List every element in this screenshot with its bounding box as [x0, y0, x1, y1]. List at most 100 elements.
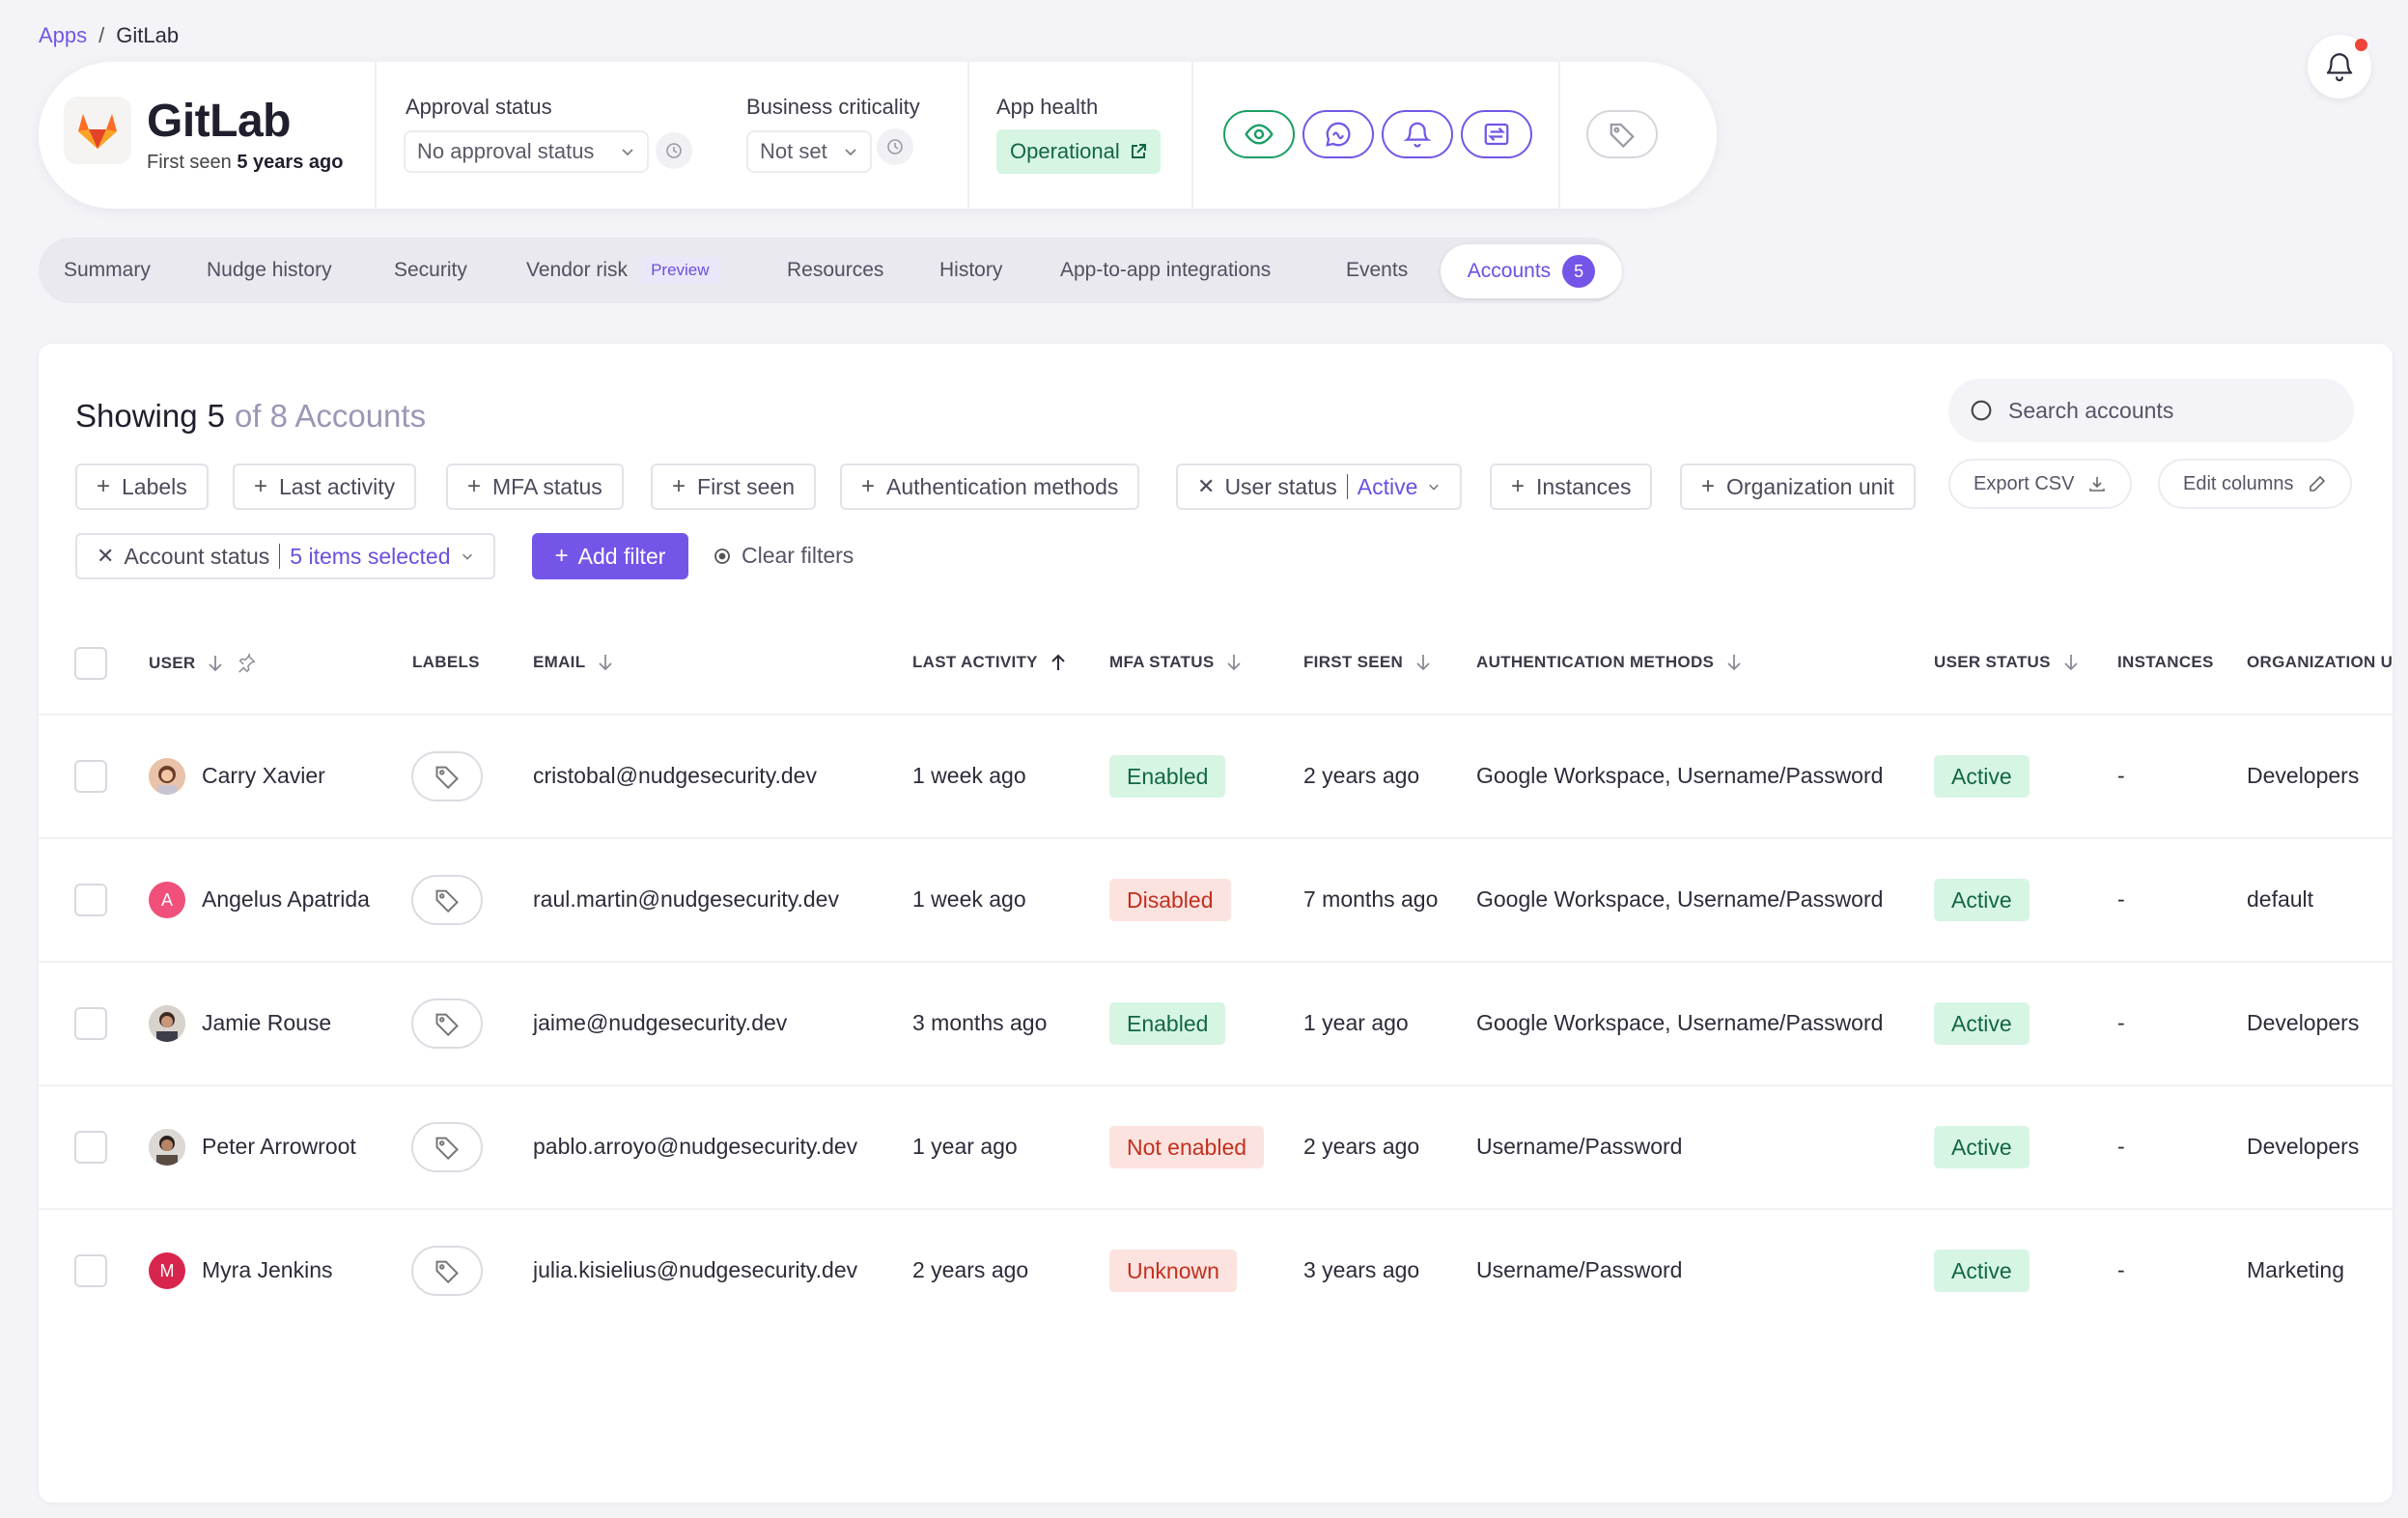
chevron-down-icon: [845, 149, 856, 156]
header-divider: [967, 62, 969, 209]
add-label-button[interactable]: [411, 998, 483, 1049]
arrow-down-icon: [2064, 655, 2078, 671]
column-header-last-activity[interactable]: LAST ACTIVITY: [912, 653, 1067, 672]
tab-nudge-history[interactable]: Nudge history: [207, 255, 332, 286]
first-seen: 2 years ago: [1303, 763, 1420, 788]
tag-icon: [435, 1260, 459, 1284]
bell-icon: [2326, 53, 2353, 82]
edit-columns-button[interactable]: Edit columns: [2158, 459, 2352, 509]
user-name[interactable]: Peter Arrowroot: [202, 1134, 356, 1160]
column-instances-label: INSTANCES: [2117, 653, 2214, 671]
row-divider: [39, 1084, 2393, 1086]
user-name[interactable]: Jamie Rouse: [202, 1010, 331, 1036]
showing-summary: Showing 5 of 8 Accounts: [75, 398, 426, 435]
mfa-status-badge: Unknown: [1109, 1250, 1237, 1292]
column-header-user[interactable]: USER: [149, 653, 257, 674]
column-header-auth-methods[interactable]: AUTHENTICATION METHODS: [1476, 653, 1743, 672]
tab-history[interactable]: History: [939, 255, 1002, 286]
user-name[interactable]: Carry Xavier: [202, 763, 325, 789]
user-email: jaime@nudgesecurity.dev: [533, 1010, 788, 1035]
arrow-down-icon: [599, 655, 613, 671]
tab-events[interactable]: Events: [1346, 255, 1408, 286]
column-header-org-unit[interactable]: ORGANIZATION U: [2247, 653, 2393, 672]
filter-mfa-status[interactable]: + MFA status: [446, 464, 624, 510]
chevron-down-icon: [462, 553, 472, 560]
header-divider: [1558, 62, 1560, 209]
notification-dot: [2355, 39, 2367, 51]
add-label-button[interactable]: [411, 751, 483, 801]
row-checkbox[interactable]: [74, 760, 107, 793]
auth-methods: Username/Password: [1476, 1257, 1683, 1282]
row-checkbox[interactable]: [74, 1007, 107, 1040]
first-seen: 7 months ago: [1303, 886, 1439, 912]
avatar: [149, 1129, 185, 1166]
criticality-select[interactable]: Not set: [746, 130, 872, 173]
add-filter-button[interactable]: + Add filter: [532, 533, 688, 579]
add-label-button[interactable]: [411, 875, 483, 925]
tag-icon: [435, 766, 459, 790]
tab-resources[interactable]: Resources: [787, 255, 883, 286]
criticality-history-button[interactable]: [877, 128, 913, 165]
filter-user-status-value: Active: [1357, 473, 1418, 499]
clear-filters-label: Clear filters: [742, 543, 854, 568]
filter-labels[interactable]: + Labels: [75, 464, 209, 510]
pin-icon[interactable]: [236, 653, 257, 674]
column-first-seen-label: FIRST SEEN: [1303, 653, 1404, 671]
instances: -: [2117, 1134, 2125, 1159]
integration-button[interactable]: [1461, 110, 1532, 158]
plus-icon: +: [1511, 473, 1526, 499]
export-csv-button[interactable]: Export CSV: [1948, 459, 2133, 509]
filter-instances[interactable]: + Instances: [1490, 464, 1653, 510]
tab-app-to-app-integrations[interactable]: App-to-app integrations: [1060, 255, 1271, 286]
notifications-button[interactable]: [2308, 35, 2371, 98]
filter-account-status[interactable]: ✕ Account status 5 items selected: [75, 533, 495, 579]
breadcrumb-apps-link[interactable]: Apps: [39, 23, 87, 48]
tab-security[interactable]: Security: [394, 255, 467, 286]
approval-history-button[interactable]: [656, 132, 692, 169]
row-checkbox[interactable]: [74, 1254, 107, 1287]
close-icon[interactable]: ✕: [97, 544, 114, 569]
clear-filters-button[interactable]: Clear filters: [713, 543, 854, 569]
column-email-label: EMAIL: [533, 653, 586, 671]
filter-user-status[interactable]: ✕ User status Active: [1176, 464, 1463, 510]
column-header-user-status[interactable]: USER STATUS: [1934, 653, 2080, 672]
column-header-mfa-status[interactable]: MFA STATUS: [1109, 653, 1243, 672]
add-label-button[interactable]: [411, 1122, 483, 1172]
filter-authentication-methods[interactable]: + Authentication methods: [840, 464, 1140, 510]
tab-vendor-risk[interactable]: Vendor risk Preview: [526, 255, 719, 286]
tab-accounts[interactable]: Accounts 5: [1441, 244, 1622, 298]
app-health-badge[interactable]: Operational: [996, 129, 1161, 174]
column-header-first-seen[interactable]: FIRST SEEN: [1303, 653, 1432, 672]
filter-first-seen[interactable]: + First seen: [651, 464, 816, 510]
accounts-panel: [39, 344, 2393, 1503]
row-checkbox[interactable]: [74, 1131, 107, 1164]
filter-labels-label: Labels: [122, 473, 187, 499]
approval-status-select[interactable]: No approval status: [404, 130, 649, 173]
search-accounts-input[interactable]: Search accounts: [1948, 379, 2354, 442]
close-icon[interactable]: ✕: [1197, 474, 1215, 499]
select-all-checkbox[interactable]: [74, 647, 107, 680]
filter-org-unit-label: Organization unit: [1726, 473, 1894, 499]
auth-methods: Google Workspace, Username/Password: [1476, 1010, 1884, 1035]
first-seen-prefix: First seen: [147, 152, 232, 173]
filter-account-status-value: 5 items selected: [290, 543, 451, 569]
user-status-badge: Active: [1934, 1002, 2030, 1045]
row-checkbox[interactable]: [74, 884, 107, 916]
column-org-unit-label: ORGANIZATION U: [2247, 653, 2393, 671]
filter-last-activity[interactable]: + Last activity: [233, 464, 417, 510]
filter-first-seen-label: First seen: [697, 473, 795, 499]
pencil-icon: [2309, 475, 2325, 492]
add-label-button[interactable]: [411, 1246, 483, 1296]
tab-summary[interactable]: Summary: [64, 255, 151, 286]
breadcrumb: Apps / GitLab: [39, 23, 179, 48]
last-activity: 1 year ago: [912, 1134, 1018, 1159]
user-name[interactable]: Angelus Apatrida: [202, 886, 370, 913]
org-unit: Marketing: [2247, 1257, 2344, 1282]
nudge-button[interactable]: [1382, 110, 1453, 158]
column-header-email[interactable]: EMAIL: [533, 653, 614, 672]
chat-button[interactable]: [1302, 110, 1374, 158]
tag-button[interactable]: [1586, 110, 1658, 158]
user-name[interactable]: Myra Jenkins: [202, 1257, 332, 1283]
filter-organization-unit[interactable]: + Organization unit: [1680, 464, 1916, 510]
watch-button[interactable]: [1223, 110, 1295, 158]
